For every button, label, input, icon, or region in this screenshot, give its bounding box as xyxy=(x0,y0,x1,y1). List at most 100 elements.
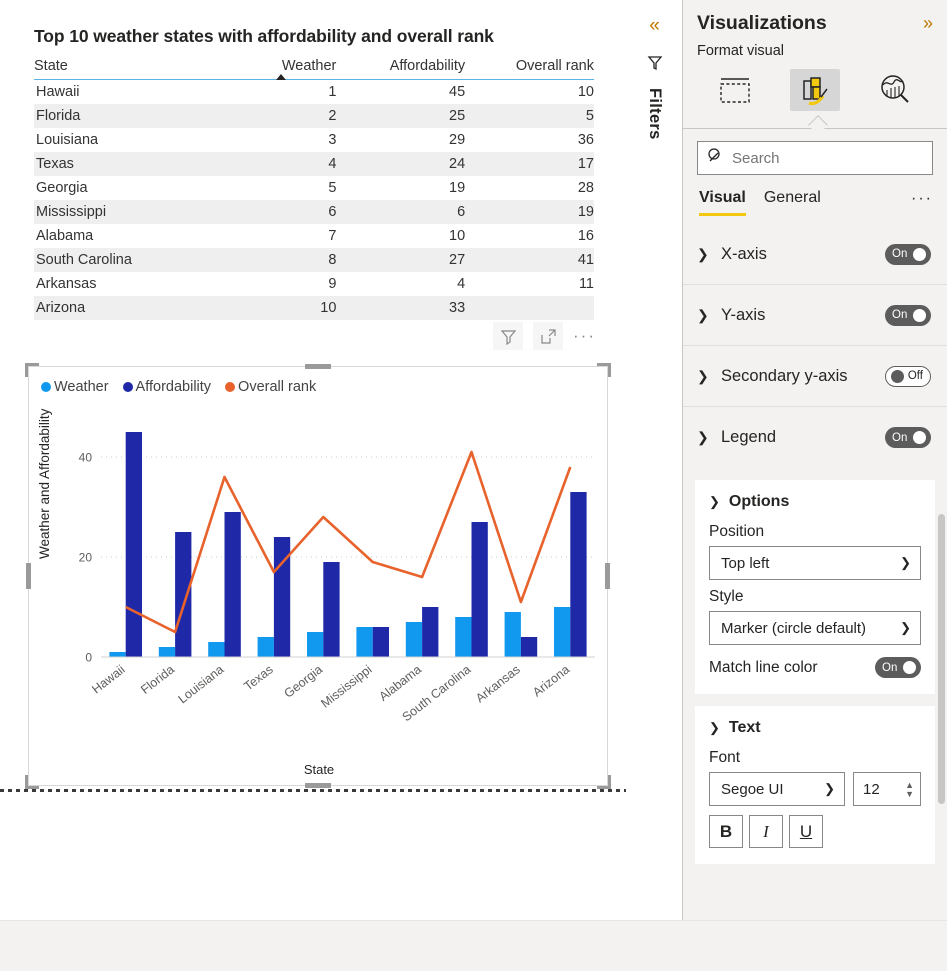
cell-weather: 7 xyxy=(208,224,337,248)
font-label: Font xyxy=(709,749,921,767)
analytics-tab[interactable] xyxy=(870,69,920,111)
filters-pane-collapsed[interactable]: « Filters xyxy=(627,0,683,920)
table-row[interactable]: Arizona 10 33 xyxy=(34,296,594,320)
tab-visual[interactable]: Visual xyxy=(699,189,746,216)
filter-funnel-icon[interactable] xyxy=(645,53,665,78)
combo-chart-visual[interactable]: Weather Affordability Overall rank Weath… xyxy=(28,366,608,786)
tabs-divider xyxy=(683,117,947,129)
accordion-y-axis[interactable]: ❯ Y-axis On xyxy=(683,285,947,346)
svg-text:Mississippi: Mississippi xyxy=(318,662,374,710)
accordion-label: X-axis xyxy=(721,245,767,264)
table-row[interactable]: Florida 2 25 5 xyxy=(34,104,594,128)
cell-affordability: 24 xyxy=(336,152,465,176)
column-header-affordability[interactable]: Affordability xyxy=(336,58,465,80)
resize-handle-top-left[interactable] xyxy=(25,363,39,377)
style-dropdown[interactable]: Marker (circle default) ❯ xyxy=(709,611,921,645)
cell-state: Mississippi xyxy=(34,200,208,224)
accordion-x-axis[interactable]: ❯ X-axis On xyxy=(683,224,947,285)
table-row[interactable]: Louisiana 3 29 36 xyxy=(34,128,594,152)
position-label: Position xyxy=(709,523,921,541)
legend-item-overall-rank[interactable]: Overall rank xyxy=(225,379,316,395)
chevron-double-right-icon[interactable]: » xyxy=(923,13,933,34)
accordion-secondary-y-axis[interactable]: ❯ Secondary y-axis Off xyxy=(683,346,947,407)
table-row[interactable]: South Carolina 8 27 41 xyxy=(34,248,594,272)
table-row[interactable]: Texas 4 24 17 xyxy=(34,152,594,176)
legend-marker-icon xyxy=(225,382,235,392)
options-card-header[interactable]: ❯ Options xyxy=(709,493,921,511)
toggle-knob xyxy=(913,431,926,444)
build-visual-tab[interactable] xyxy=(710,69,760,111)
visual-header-actions: ··· xyxy=(493,322,596,350)
focus-mode-icon[interactable] xyxy=(533,322,563,350)
toggle-match-line-color[interactable]: On xyxy=(875,657,921,678)
table-row[interactable]: Alabama 7 10 16 xyxy=(34,224,594,248)
font-family-dropdown[interactable]: Segoe UI ❯ xyxy=(709,772,845,806)
more-options-icon[interactable]: ··· xyxy=(573,331,596,341)
visualizations-pane[interactable]: Visualizations » Format visual xyxy=(683,0,947,920)
column-header-state[interactable]: State xyxy=(34,58,208,80)
legend-options-card: ❯ Options Position Top left ❯ Style Mark… xyxy=(695,480,935,694)
toggle-legend[interactable]: On xyxy=(885,427,931,448)
data-table: State Weather Affordability Overall rank… xyxy=(34,58,594,320)
table-row[interactable]: Mississippi 6 6 19 xyxy=(34,200,594,224)
stepper-down-icon[interactable]: ▼ xyxy=(905,790,914,798)
cell-weather: 9 xyxy=(208,272,337,296)
chevron-right-icon: ❯ xyxy=(697,307,711,324)
stepper-up-icon[interactable]: ▲ xyxy=(905,781,914,789)
format-visual-tab[interactable] xyxy=(790,69,840,111)
cell-overall-rank xyxy=(465,296,594,320)
cell-weather: 3 xyxy=(208,128,337,152)
resize-handle-top-right[interactable] xyxy=(597,363,611,377)
toggle-x-axis[interactable]: On xyxy=(885,244,931,265)
match-line-color-row: Match line color On xyxy=(709,657,921,678)
cell-affordability: 10 xyxy=(336,224,465,248)
column-header-overall-rank[interactable]: Overall rank xyxy=(465,58,594,80)
table-visual[interactable]: Top 10 weather states with affordability… xyxy=(34,26,594,320)
cell-affordability: 25 xyxy=(336,104,465,128)
italic-button[interactable]: I xyxy=(749,815,783,848)
text-card-title: Text xyxy=(729,719,761,737)
table-row[interactable]: Hawaii 1 45 10 xyxy=(34,80,594,105)
search-box[interactable] xyxy=(697,141,933,175)
legend-item-affordability[interactable]: Affordability xyxy=(123,379,212,395)
tab-general[interactable]: General xyxy=(764,189,821,216)
stepper-arrows-icon[interactable]: ▲ ▼ xyxy=(905,781,914,798)
pane-scrollbar[interactable] xyxy=(938,514,945,804)
toggle-knob xyxy=(903,661,916,674)
chart-legend[interactable]: Weather Affordability Overall rank xyxy=(41,379,316,395)
font-size-stepper[interactable]: 12 ▲ ▼ xyxy=(853,772,921,806)
legend-marker-icon xyxy=(123,382,133,392)
svg-text:Alabama: Alabama xyxy=(376,662,424,703)
filter-icon[interactable] xyxy=(493,322,523,350)
tab-more-options-icon[interactable]: ··· xyxy=(911,190,933,216)
legend-marker-icon xyxy=(41,382,51,392)
svg-text:Texas: Texas xyxy=(241,662,275,693)
position-value: Top left xyxy=(721,555,769,572)
cell-state: Louisiana xyxy=(34,128,208,152)
underline-button[interactable]: U xyxy=(789,815,823,848)
power-bi-report-window: Top 10 weather states with affordability… xyxy=(0,0,947,971)
table-row[interactable]: Georgia 5 19 28 xyxy=(34,176,594,200)
table-row[interactable]: Arkansas 9 4 11 xyxy=(34,272,594,296)
toggle-y-axis[interactable]: On xyxy=(885,305,931,326)
style-label: Style xyxy=(709,588,921,606)
chevron-double-left-icon[interactable]: « xyxy=(649,16,660,35)
report-canvas[interactable]: Top 10 weather states with affordability… xyxy=(0,0,626,920)
position-dropdown[interactable]: Top left ❯ xyxy=(709,546,921,580)
svg-text:Georgia: Georgia xyxy=(281,662,325,700)
resize-handle-top[interactable] xyxy=(305,364,331,369)
accordion-label: Y-axis xyxy=(721,306,765,325)
legend-item-weather[interactable]: Weather xyxy=(41,379,109,395)
table-header-row: State Weather Affordability Overall rank xyxy=(34,58,594,80)
bold-button[interactable]: B xyxy=(709,815,743,848)
cell-weather: 5 xyxy=(208,176,337,200)
filters-label: Filters xyxy=(645,88,664,140)
search-input[interactable] xyxy=(732,150,923,167)
cell-state: Arkansas xyxy=(34,272,208,296)
chevron-right-icon: ❯ xyxy=(697,246,711,263)
column-header-weather[interactable]: Weather xyxy=(208,58,337,80)
chart-svg: 02040HawaiiFloridaLouisianaTexasGeorgiaM… xyxy=(29,409,609,749)
text-card-header[interactable]: ❯ Text xyxy=(709,719,921,737)
toggle-secondary-y-axis[interactable]: Off xyxy=(885,366,931,387)
accordion-legend[interactable]: ❯ Legend On xyxy=(683,407,947,468)
